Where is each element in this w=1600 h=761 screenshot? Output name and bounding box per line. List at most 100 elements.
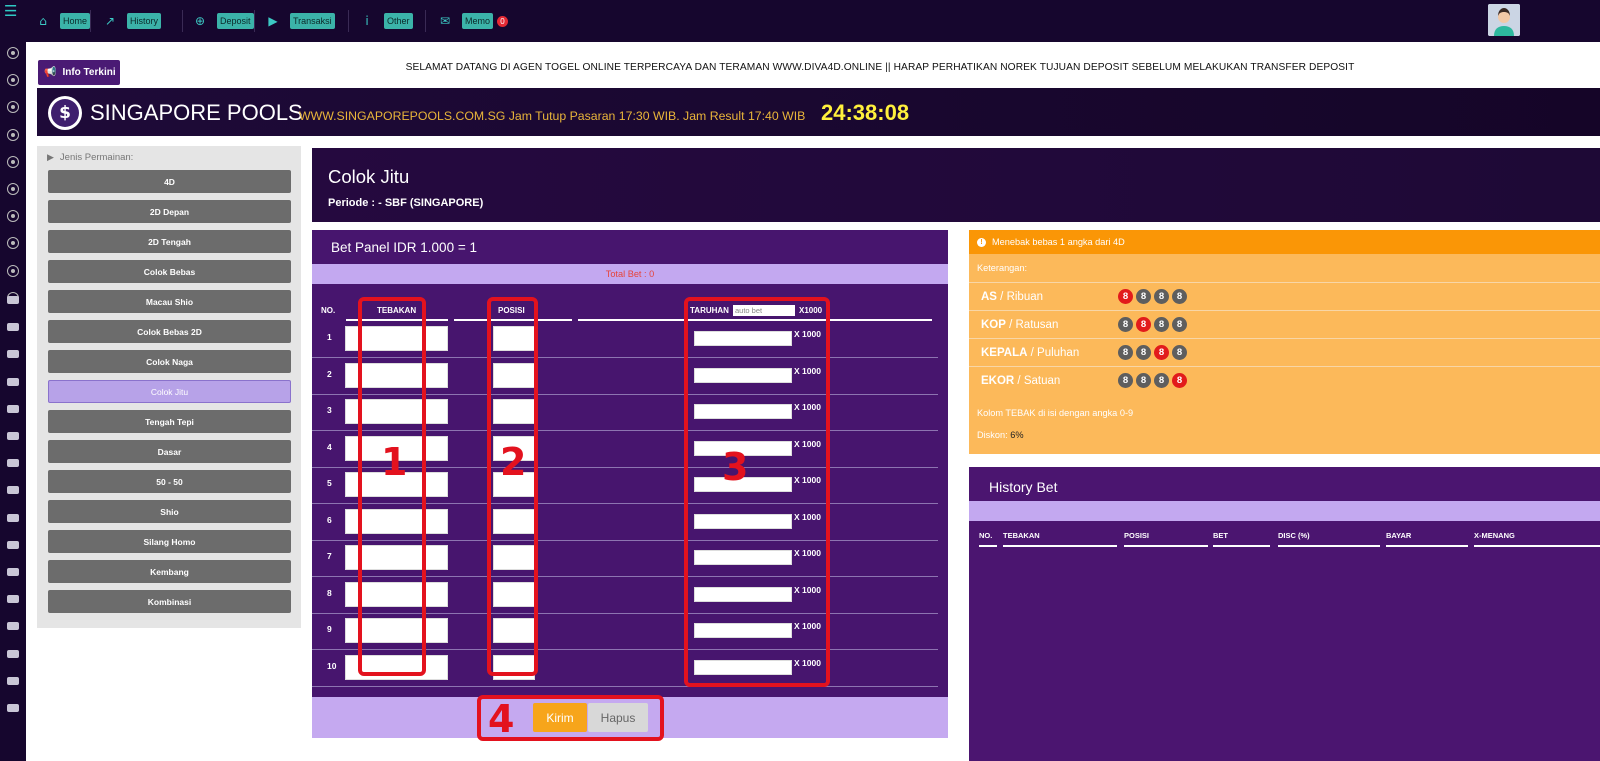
- circle-nav-icon[interactable]: [7, 128, 19, 141]
- game-kembang[interactable]: Kembang: [48, 560, 291, 583]
- game-colok-bebas[interactable]: Colok Bebas: [48, 260, 291, 283]
- video-nav-icon[interactable]: [7, 676, 19, 685]
- digit-balls: 8888: [1118, 317, 1187, 332]
- video-nav-icon[interactable]: [7, 622, 19, 631]
- circle-nav-icon[interactable]: [7, 183, 19, 195]
- row-number: 10: [327, 660, 337, 671]
- game-50-50[interactable]: 50 - 50: [48, 470, 291, 493]
- annotation-number: 3: [722, 445, 749, 489]
- history-col-underline: [979, 545, 997, 547]
- game-2d-tengah[interactable]: 2D Tengah: [48, 230, 291, 253]
- info-terkini-label: Info Terkini: [62, 67, 116, 78]
- circle-nav-icon[interactable]: [7, 101, 19, 114]
- game-2d-depan[interactable]: 2D Depan: [48, 200, 291, 223]
- digit-ball: 8: [1154, 289, 1169, 304]
- market-details: WWW.SINGAPOREPOOLS.COM.SG Jam Tutup Pasa…: [299, 109, 806, 123]
- game-dasar[interactable]: Dasar: [48, 440, 291, 463]
- game-shio[interactable]: Shio: [48, 500, 291, 523]
- nav-label: History: [127, 13, 162, 29]
- digit-ball: 8: [1118, 317, 1133, 332]
- video-nav-icon[interactable]: [7, 704, 19, 712]
- game-kombinasi[interactable]: Kombinasi: [48, 590, 291, 613]
- dollar-logo-icon: $: [48, 96, 82, 130]
- position-label: AS / Ribuan: [981, 291, 1043, 303]
- nav-divider: [254, 10, 255, 32]
- rules-header-text: Menebak bebas 1 angka dari 4D: [992, 237, 1125, 247]
- video-nav-icon[interactable]: [7, 377, 19, 386]
- history-band: [969, 501, 1600, 521]
- nav-history[interactable]: ↗ History: [103, 13, 162, 29]
- history-col-underline: [1474, 545, 1600, 547]
- video-nav-icon[interactable]: [7, 540, 19, 549]
- video-nav-icon[interactable]: [7, 432, 19, 440]
- history-col-underline: [1386, 545, 1468, 547]
- chart-line-icon: ↗: [104, 14, 116, 28]
- nav-memo[interactable]: ✉ Memo 0: [438, 13, 509, 29]
- circle-nav-icon[interactable]: [7, 47, 19, 59]
- game-silang-homo[interactable]: Silang Homo: [48, 530, 291, 553]
- play-icon: ▶: [268, 14, 278, 28]
- nav-divider: [90, 10, 91, 32]
- dollar-symbol: $: [51, 99, 79, 127]
- history-col-header: POSISI: [1124, 531, 1150, 540]
- triangle-right-icon: ▶: [47, 152, 54, 162]
- position-row: KEPALA / Puluhan 8 8 8 8: [969, 338, 1600, 366]
- diskon-row: Diskon: 6%: [977, 430, 1023, 440]
- video-nav-icon[interactable]: [7, 350, 19, 359]
- row-number: 1: [327, 332, 332, 342]
- game-colok-naga[interactable]: Colok Naga: [48, 350, 291, 373]
- circle-nav-icon[interactable]: [7, 237, 19, 250]
- history-bet-panel: History Bet NO. TEBAKAN POSISI BET DISC (%) B…: [969, 467, 1600, 761]
- annotation-number: 4: [488, 697, 515, 741]
- position-row: KOP / Ratusan 8 8 8 8: [969, 310, 1600, 338]
- megaphone-icon: 📢: [44, 67, 57, 78]
- nav-label: Other: [384, 13, 413, 29]
- circle-nav-icon[interactable]: [7, 210, 19, 223]
- game-colok-bebas-2d[interactable]: Colok Bebas 2D: [48, 320, 291, 343]
- market-banner: $ SINGAPORE POOLS WWW.SINGAPOREPOOLS.COM…: [37, 88, 1600, 136]
- circle-nav-icon[interactable]: [7, 155, 19, 168]
- nav-transaksi[interactable]: ▶ Transaksi: [266, 13, 335, 29]
- position-name: EKOR: [981, 375, 1015, 387]
- video-nav-icon[interactable]: [7, 568, 19, 576]
- video-nav-icon[interactable]: [7, 513, 19, 522]
- video-nav-icon[interactable]: [7, 459, 19, 468]
- video-nav-icon[interactable]: [7, 323, 19, 332]
- digit-ball: 8: [1172, 289, 1187, 304]
- circle-nav-icon[interactable]: [7, 264, 19, 277]
- game-4d[interactable]: 4D: [48, 170, 291, 193]
- video-nav-icon[interactable]: [7, 296, 19, 304]
- nav-deposit[interactable]: ⊕ Deposit: [193, 13, 254, 29]
- video-nav-icon[interactable]: [7, 486, 19, 495]
- nav-home[interactable]: ⌂ Home: [36, 13, 91, 29]
- game-tengah-tepi[interactable]: Tengah Tepi: [48, 410, 291, 433]
- game-colok-jitu[interactable]: Colok Jitu: [48, 380, 291, 403]
- digit-balls: 8888: [1118, 373, 1187, 388]
- top-navbar: ☰ ⌂ Home ↗ History ⊕ Deposit ▶ Transaksi i Other ✉…: [0, 0, 1600, 42]
- nav-label: Memo: [462, 13, 494, 29]
- video-nav-icon[interactable]: [7, 649, 19, 658]
- plus-circle-icon: ⊕: [194, 14, 206, 28]
- position-name: KEPALA: [981, 347, 1028, 359]
- total-bet: Total Bet : 0: [312, 264, 948, 284]
- row-number: 7: [327, 551, 332, 561]
- game-macau-shio[interactable]: Macau Shio: [48, 290, 291, 313]
- side-icon-rail: [0, 42, 26, 761]
- info-terkini-button[interactable]: 📢 Info Terkini: [38, 60, 120, 85]
- nav-other[interactable]: i Other: [360, 13, 413, 29]
- avatar[interactable]: [1488, 4, 1520, 36]
- history-col-underline: [1003, 545, 1117, 547]
- digit-ball: 8: [1154, 345, 1169, 360]
- diskon-label: Diskon:: [977, 430, 1011, 440]
- video-nav-icon[interactable]: [7, 404, 19, 413]
- history-col-header: TEBAKAN: [1003, 531, 1040, 540]
- position-label: KOP / Ratusan: [981, 319, 1058, 331]
- hamburger-menu-icon[interactable]: ☰: [4, 4, 18, 19]
- info-icon: i: [365, 14, 369, 28]
- position-label: EKOR / Satuan: [981, 375, 1060, 387]
- video-nav-icon[interactable]: [7, 595, 19, 604]
- circle-nav-icon[interactable]: [7, 74, 19, 87]
- digit-ball: 8: [1172, 317, 1187, 332]
- envelope-icon: ✉: [439, 14, 451, 28]
- col-no-header: NO.: [321, 306, 336, 315]
